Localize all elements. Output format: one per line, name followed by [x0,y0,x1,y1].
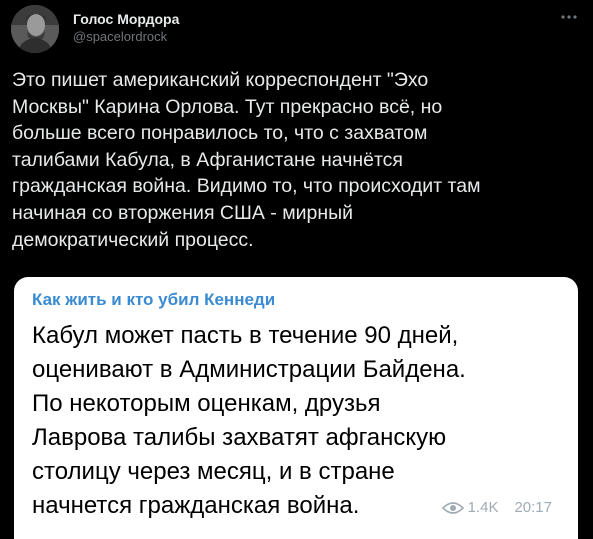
post-meta: 1.4K 20:17 [441,498,552,518]
avatar-image [11,5,59,53]
quoted-post-text: Кабул может пасть в течение 90 дней, оце… [32,322,466,519]
tweet: Голос Мордора @spacelordrock Это пишет а… [0,0,593,539]
tweet-header: Голос Мордора @spacelordrock [11,5,579,53]
author-display-name[interactable]: Голос Мордора [73,11,179,28]
tweet-text: Это пишет американский корреспондент "Эх… [12,69,481,251]
view-count: 1.4K [467,499,499,516]
more-horizontal-icon [561,15,577,19]
avatar[interactable] [11,5,59,53]
channel-name[interactable]: Как жить и кто убил Кеннеди [32,289,275,311]
more-options-button[interactable] [559,9,579,25]
eye-icon [441,502,464,514]
author-handle[interactable]: @spacelordrock [73,28,179,45]
quoted-post-card[interactable]: Как жить и кто убил Кеннеди Кабул может … [14,277,578,539]
post-time: 20:17 [514,499,552,516]
author-names: Голос Мордора @spacelordrock [73,11,179,45]
